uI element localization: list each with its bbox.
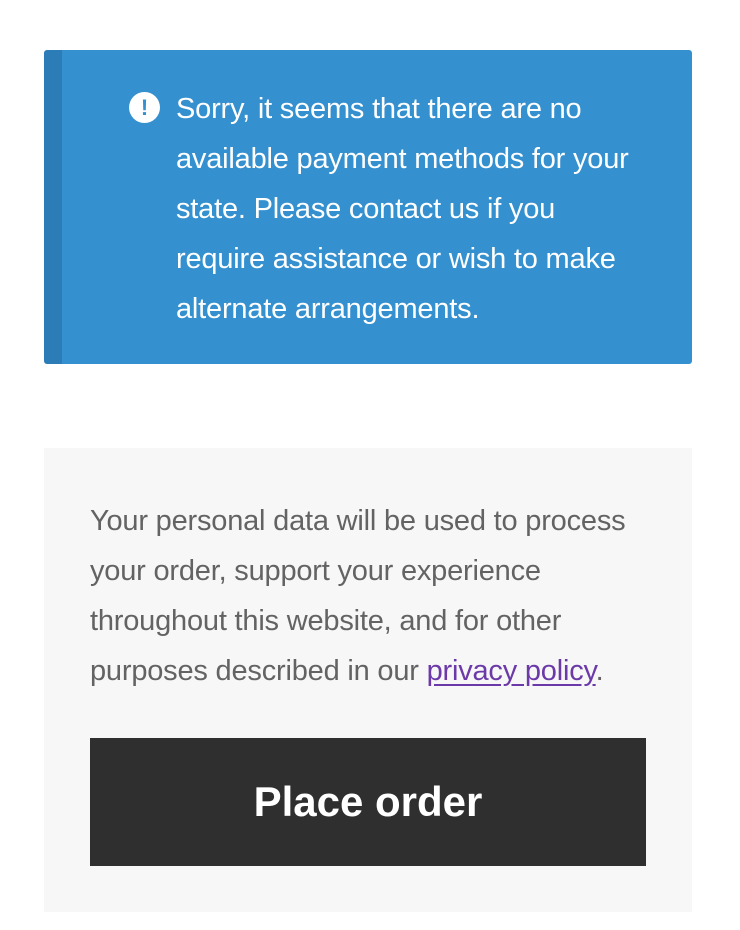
place-order-section: Your personal data will be used to proce… <box>44 448 692 912</box>
payment-notice: ! Sorry, it seems that there are no avai… <box>44 50 692 364</box>
privacy-policy-link[interactable]: privacy policy <box>427 655 596 687</box>
place-order-button[interactable]: Place order <box>90 738 646 866</box>
privacy-text-end: . <box>595 655 604 687</box>
exclamation-circle-icon: ! <box>129 92 160 123</box>
privacy-notice: Your personal data will be used to proce… <box>90 496 650 696</box>
notice-message: Sorry, it seems that there are no availa… <box>176 93 629 325</box>
